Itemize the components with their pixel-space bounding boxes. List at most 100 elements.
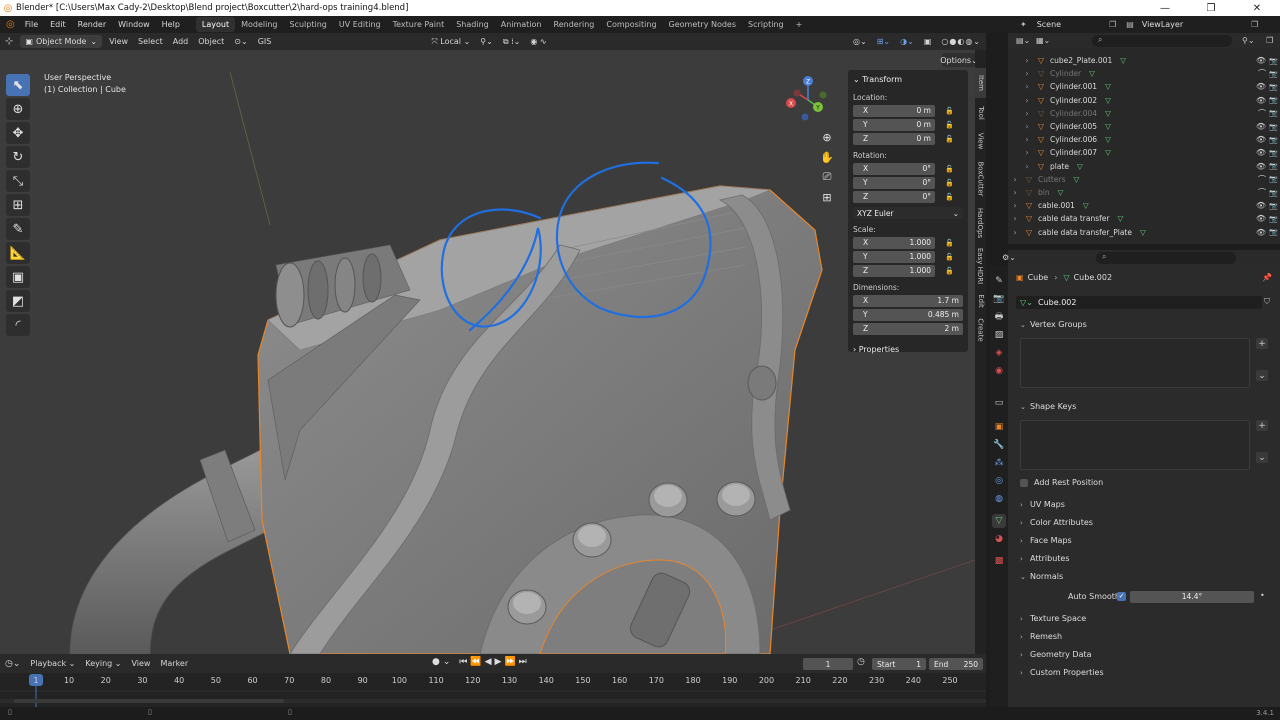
record-icon[interactable]: ●: [432, 657, 443, 667]
render-tab-icon[interactable]: 📷: [992, 292, 1006, 306]
render-camera-icon[interactable]: 📷: [1269, 83, 1278, 91]
render-camera-icon[interactable]: 📷: [1269, 123, 1278, 131]
hardops-tool-icon[interactable]: ◜: [6, 314, 30, 336]
rotation-z-field[interactable]: Z 0°: [853, 190, 935, 203]
expand-arrow-icon[interactable]: ›: [1010, 201, 1020, 210]
transform-header[interactable]: ⌄ Transform: [853, 73, 963, 87]
collection-tab-icon[interactable]: ▭: [992, 396, 1006, 410]
outliner-row[interactable]: › ▽ Cylinder.005 ▽ 👁 📷: [1008, 120, 1280, 133]
menu-keying[interactable]: Keying ⌄: [80, 659, 126, 668]
outliner-row[interactable]: › ▽ cable data transfer_Plate ▽ 👁 📷: [1008, 226, 1280, 239]
rotation-mode-dropdown[interactable]: XYZ Euler ⌄: [853, 207, 963, 219]
visibility-eye-icon[interactable]: ⌒: [1258, 108, 1266, 119]
menu-view[interactable]: View: [104, 37, 133, 46]
new-scene-icon[interactable]: ❐: [1109, 20, 1116, 29]
render-camera-icon[interactable]: 📷: [1269, 149, 1278, 157]
tab-create[interactable]: Create: [975, 314, 986, 346]
expand-arrow-icon[interactable]: ›: [1022, 109, 1032, 118]
render-camera-icon[interactable]: 📷: [1269, 175, 1278, 183]
material-tab-icon[interactable]: ◕: [992, 532, 1006, 546]
menu-timeline-view[interactable]: View: [126, 659, 155, 668]
view-layer-name[interactable]: ViewLayer: [1142, 20, 1183, 29]
lock-icon[interactable]: 🔓: [945, 121, 955, 129]
visibility-eye-icon[interactable]: 👁: [1256, 56, 1266, 65]
rotate-tool-icon[interactable]: ↻: [6, 146, 30, 168]
select-box-tool-icon[interactable]: ⬉: [6, 74, 30, 96]
outliner-row[interactable]: › ▽ cube2_Plate.001 ▽ 👁 📷: [1008, 54, 1280, 67]
visibility-eye-icon[interactable]: 👁: [1256, 228, 1266, 237]
menu-gis[interactable]: GIS: [253, 37, 277, 46]
workspace-tab-scripting[interactable]: Scripting: [742, 17, 790, 32]
vertex-group-menu-icon[interactable]: ⌄: [1256, 370, 1268, 381]
rotation-y-field[interactable]: Y 0°: [853, 176, 935, 189]
outliner-row[interactable]: › ▽ plate ▽ 👁 📷: [1008, 160, 1280, 173]
remesh-header[interactable]: › Remesh: [1020, 632, 1062, 641]
editor-type-icon[interactable]: ⊹: [0, 36, 18, 47]
mesh-data-tab-icon[interactable]: ▽: [992, 514, 1006, 528]
add-cube-tool-icon[interactable]: ▣: [6, 266, 30, 288]
lock-icon[interactable]: 🔓: [945, 253, 955, 261]
visibility-eye-icon[interactable]: 👁: [1256, 201, 1266, 210]
particles-tab-icon[interactable]: ⁂: [992, 456, 1006, 470]
next-keyframe-icon[interactable]: ⏩: [504, 657, 518, 667]
shading-mode-icons[interactable]: ○●◐◍⌄: [936, 37, 986, 46]
scene-tab-icon[interactable]: ◈: [992, 346, 1006, 360]
gizmo-neg-x[interactable]: [793, 89, 801, 97]
physics-tab-icon[interactable]: ◎: [992, 474, 1006, 488]
expand-arrow-icon[interactable]: ›: [1022, 56, 1032, 65]
dimension-z-field[interactable]: Z2 m: [853, 322, 963, 335]
jump-start-icon[interactable]: ⏮: [459, 657, 470, 667]
properties-header[interactable]: › Properties: [853, 343, 963, 357]
expand-arrow-icon[interactable]: ›: [1010, 175, 1020, 184]
scale-z-field[interactable]: Z 1.000: [853, 264, 935, 277]
mesh-data-block-field[interactable]: ▽⌄ Cube.002: [1016, 296, 1262, 309]
boxcutter-tool-icon[interactable]: ◩: [6, 290, 30, 312]
pan-hand-icon[interactable]: ✋: [817, 148, 837, 166]
dimension-y-field[interactable]: Y 0.485 m: [853, 308, 963, 321]
overlay-toggle-icon[interactable]: ◑⌄: [895, 37, 919, 46]
new-view-layer-icon[interactable]: ❐: [1251, 20, 1258, 29]
shape-key-menu-icon[interactable]: ⌄: [1256, 452, 1268, 463]
attributes-header[interactable]: › Attributes: [1020, 554, 1070, 563]
vertex-groups-list[interactable]: [1020, 338, 1250, 388]
menu-playback[interactable]: Playback ⌄: [25, 659, 80, 668]
world-tab-icon[interactable]: ◉: [992, 364, 1006, 378]
tab-view[interactable]: View: [975, 128, 986, 154]
maximize-button[interactable]: ❐: [1188, 0, 1234, 16]
render-camera-icon[interactable]: 📷: [1269, 96, 1278, 104]
scale-y-field[interactable]: Y 1.000: [853, 250, 935, 263]
shape-keys-header[interactable]: ⌄ Shape Keys: [1020, 402, 1076, 411]
add-workspace-button[interactable]: +: [790, 17, 809, 32]
properties-search-input[interactable]: ⌕: [1096, 252, 1236, 264]
play-icon[interactable]: ▶: [495, 657, 505, 667]
outliner-editor-icon[interactable]: ▤⌄: [1016, 36, 1030, 45]
menu-help[interactable]: Help: [156, 20, 186, 29]
view-layer-tab-icon[interactable]: ▨: [992, 328, 1006, 342]
render-camera-icon[interactable]: 📷: [1269, 228, 1278, 236]
outliner-search-input[interactable]: ⌕: [1092, 35, 1232, 47]
pivot-icon[interactable]: ⚲⌄: [475, 37, 498, 46]
gizmo-toggle-icon[interactable]: ⊞⌄: [872, 37, 895, 46]
expand-arrow-icon[interactable]: ›: [1010, 228, 1020, 237]
scale-tool-icon[interactable]: ⤡: [6, 170, 30, 192]
lock-icon[interactable]: 🔓: [945, 179, 955, 187]
tab-tool[interactable]: Tool: [975, 100, 986, 126]
mode-dropdown[interactable]: ▣ Object Mode ⌄: [20, 35, 103, 48]
menu-window[interactable]: Window: [112, 20, 156, 29]
menu-render[interactable]: Render: [72, 20, 112, 29]
outliner-row[interactable]: › ▽ Cylinder.001 ▽ 👁 📷: [1008, 80, 1280, 93]
scene-icon[interactable]: ✦: [1020, 20, 1027, 29]
timeline-scrollbar[interactable]: [14, 699, 284, 703]
vertex-groups-header[interactable]: ⌄ Vertex Groups: [1020, 320, 1087, 329]
render-camera-icon[interactable]: 📷: [1269, 136, 1278, 144]
snap-icon[interactable]: ⧉ ⁞⌄: [498, 37, 526, 47]
constraints-tab-icon[interactable]: ◍: [992, 492, 1006, 506]
camera-view-icon[interactable]: ⎚: [817, 168, 837, 186]
lock-icon[interactable]: 🔓: [945, 165, 955, 173]
texture-tab-icon[interactable]: ▩: [992, 554, 1006, 568]
gizmo-neg-y[interactable]: [819, 91, 827, 99]
workspace-tab-sculpting[interactable]: Sculpting: [284, 17, 333, 32]
current-frame-field[interactable]: 1: [803, 658, 853, 670]
close-button[interactable]: ✕: [1234, 0, 1280, 16]
outliner-row[interactable]: › ▽ cable.001 ▽ 👁 📷: [1008, 199, 1280, 212]
